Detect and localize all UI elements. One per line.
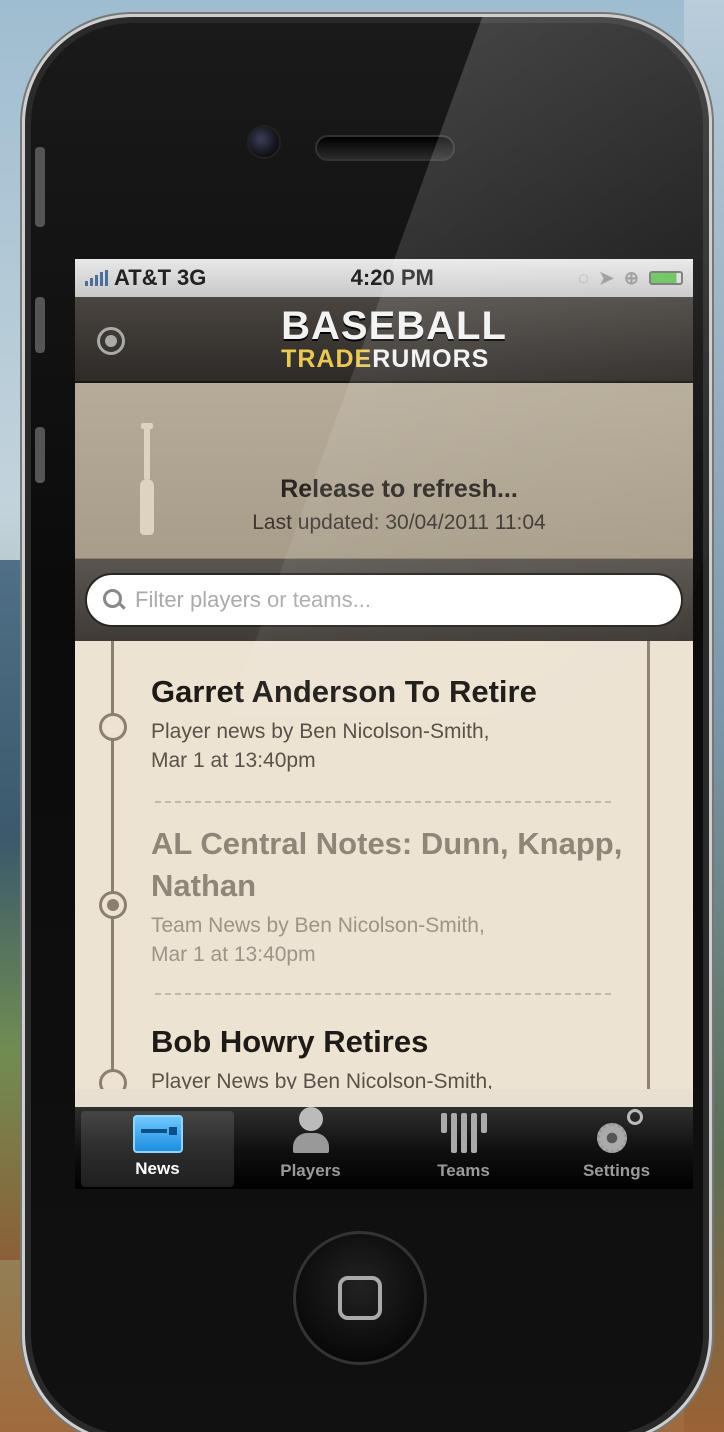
refresh-title: Release to refresh... xyxy=(280,475,518,503)
status-time: 4:20 PM xyxy=(350,265,434,290)
tab-label: Teams xyxy=(437,1161,490,1180)
list-item[interactable]: Garret Anderson To Retire Player news by… xyxy=(151,671,631,776)
earpiece-speaker xyxy=(315,135,455,161)
location-icon: ➤ xyxy=(598,267,614,288)
timeline-line xyxy=(111,641,114,1089)
item-title: Garret Anderson To Retire xyxy=(151,674,537,709)
timeline-node xyxy=(99,713,127,741)
pull-to-refresh: Release to refresh... Last updated: 30/0… xyxy=(75,383,693,559)
home-square-icon xyxy=(338,1276,382,1320)
tab-label: Settings xyxy=(582,1161,651,1180)
last-updated: Last updated: 30/04/2011 11:04 xyxy=(252,511,546,534)
item-divider xyxy=(155,993,611,995)
item-divider xyxy=(155,801,611,803)
signal-icon xyxy=(85,270,108,286)
item-meta: Player News by Ben Nicolson-Smith, xyxy=(151,1069,493,1089)
player-icon xyxy=(291,1107,331,1155)
iphone-device: AT&T 3G 4:20 PM ◌ ➤ ⊕ BASEBALL TRADERUMO… xyxy=(22,14,712,1432)
tab-label: Players xyxy=(280,1161,341,1180)
logo-trade: TRADE xyxy=(281,345,373,373)
navigation-bar: BASEBALL TRADERUMORS xyxy=(75,297,693,383)
rotation-lock-icon: ⊕ xyxy=(623,267,639,288)
item-meta: Player news by Ben Nicolson-Smith, xyxy=(151,719,490,743)
alarm-icon: ◌ xyxy=(578,267,589,288)
item-date: Mar 1 at 13:40pm xyxy=(151,749,316,773)
search-input[interactable] xyxy=(135,587,655,613)
front-camera xyxy=(247,125,281,159)
app-logo: BASEBALL TRADERUMORS xyxy=(281,306,507,372)
mute-switch xyxy=(35,147,45,227)
record-icon[interactable] xyxy=(97,327,125,355)
volume-down-button xyxy=(35,427,45,483)
search-field[interactable] xyxy=(85,573,683,627)
tab-label: News xyxy=(135,1159,180,1178)
search-bar xyxy=(75,559,693,641)
logo-rumors: RUMORS xyxy=(372,345,490,373)
list-item[interactable]: Bob Howry Retires Player News by Ben Nic… xyxy=(151,1021,631,1089)
battery-icon xyxy=(649,271,683,285)
jersey-icon xyxy=(435,1113,493,1155)
tab-news[interactable]: News xyxy=(81,1111,234,1187)
item-title: AL Central Notes: Dunn, Knapp, Nathan xyxy=(151,826,623,903)
volume-up-button xyxy=(35,297,45,353)
network-label: 3G xyxy=(177,265,207,290)
right-rail xyxy=(647,641,650,1089)
timeline-node xyxy=(99,1069,127,1089)
news-list[interactable]: Garret Anderson To Retire Player news by… xyxy=(75,641,693,1089)
tab-settings[interactable]: Settings xyxy=(540,1107,693,1189)
app-screen: AT&T 3G 4:20 PM ◌ ➤ ⊕ BASEBALL TRADERUMO… xyxy=(75,259,693,1189)
tab-players[interactable]: Players xyxy=(234,1107,387,1189)
item-date: Mar 1 at 13:40pm xyxy=(151,943,316,967)
home-button[interactable] xyxy=(293,1231,427,1365)
list-item[interactable]: AL Central Notes: Dunn, Knapp, Nathan Te… xyxy=(151,823,631,969)
item-meta: Team News by Ben Nicolson-Smith, xyxy=(151,913,485,937)
logo-baseball: BASEBALL xyxy=(281,304,507,348)
status-bar: AT&T 3G 4:20 PM ◌ ➤ ⊕ xyxy=(75,259,693,297)
carrier-label: AT&T xyxy=(114,265,172,290)
timeline-node-active xyxy=(99,891,127,919)
search-icon xyxy=(103,589,125,611)
tab-bar: News Players Teams Settings xyxy=(75,1107,693,1189)
gear-icon xyxy=(589,1109,645,1155)
news-icon xyxy=(132,1115,183,1153)
tab-teams[interactable]: Teams xyxy=(387,1107,540,1189)
item-title: Bob Howry Retires xyxy=(151,1024,429,1059)
